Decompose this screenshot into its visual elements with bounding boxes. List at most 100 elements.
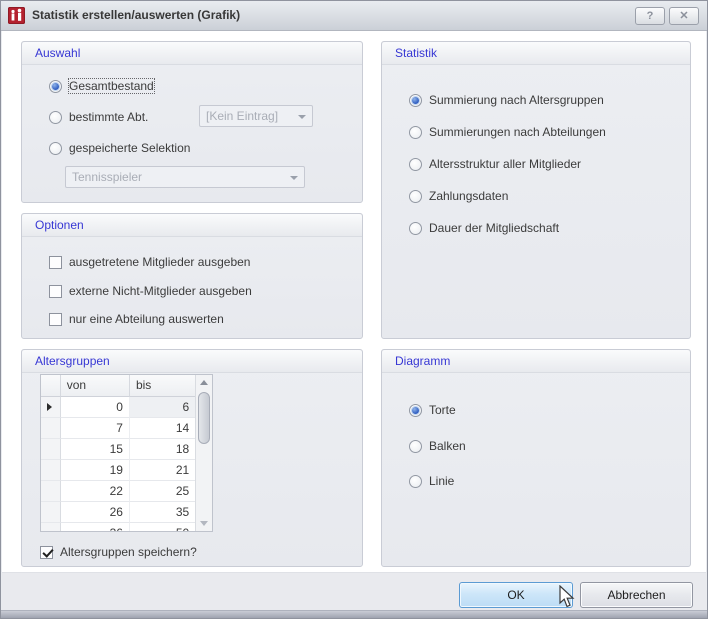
cell-bis[interactable]: 18 bbox=[130, 439, 195, 460]
checkbox-externe-label[interactable]: externe Nicht-Mitglieder ausgeben bbox=[69, 284, 252, 298]
scrollbar-up-icon[interactable] bbox=[196, 375, 212, 390]
group-auswahl: Auswahl Gesamtbestand bestimmte Abt. [Ke… bbox=[21, 41, 363, 203]
group-optionen-title: Optionen bbox=[22, 214, 362, 237]
table-scrollbar[interactable] bbox=[195, 375, 212, 531]
radio-dauer-mitgliedschaft[interactable] bbox=[409, 222, 422, 235]
cell-bis[interactable]: 14 bbox=[130, 418, 195, 439]
radio-summierungen-abteilungen[interactable] bbox=[409, 126, 422, 139]
row-selector[interactable] bbox=[41, 439, 61, 460]
cell-bis[interactable]: 35 bbox=[130, 502, 195, 523]
radio-bestimmte-abt[interactable] bbox=[49, 111, 62, 124]
radio-zahlungsdaten-label[interactable]: Zahlungsdaten bbox=[429, 189, 508, 203]
radio-gesamtbestand-label[interactable]: Gesamtbestand bbox=[69, 79, 154, 93]
radio-row-balken: Balken bbox=[409, 438, 466, 454]
age-groups-table-body: von bis 0 6 7 14 15 18 bbox=[41, 375, 195, 531]
group-altersgruppen: Altersgruppen von bis 0 6 7 14 bbox=[21, 349, 363, 567]
checkbox-row-nur-eine-abteilung: nur eine Abteilung auswerten bbox=[49, 311, 224, 327]
radio-gespeicherte-selektion-label[interactable]: gespeicherte Selektion bbox=[69, 141, 190, 155]
radio-altersstruktur[interactable] bbox=[409, 158, 422, 171]
radio-row-dauer-mitgliedschaft: Dauer der Mitgliedschaft bbox=[409, 220, 559, 236]
group-statistik: Statistik Summierung nach Altersgruppen … bbox=[381, 41, 691, 339]
chevron-down-icon bbox=[298, 115, 306, 119]
radio-row-gespeicherte-selektion: gespeicherte Selektion bbox=[49, 140, 190, 156]
cell-bis[interactable]: 21 bbox=[130, 460, 195, 481]
abteilung-combobox[interactable]: [Kein Eintrag] bbox=[199, 105, 313, 127]
radio-altersstruktur-label[interactable]: Altersstruktur aller Mitglieder bbox=[429, 157, 581, 171]
close-button[interactable]: ✕ bbox=[669, 7, 699, 25]
checkbox-ausgetretene-label[interactable]: ausgetretene Mitglieder ausgeben bbox=[69, 255, 250, 269]
cell-von[interactable]: 7 bbox=[61, 418, 130, 439]
radio-row-bestimmte-abt: bestimmte Abt. bbox=[49, 109, 148, 125]
abteilung-combobox-value: [Kein Eintrag] bbox=[206, 109, 278, 123]
selektion-combobox-value: Tennisspieler bbox=[72, 170, 142, 184]
radio-row-summierungen-abteilungen: Summierungen nach Abteilungen bbox=[409, 124, 606, 140]
radio-torte[interactable] bbox=[409, 404, 422, 417]
radio-torte-label[interactable]: Torte bbox=[429, 403, 456, 417]
table-row[interactable]: 26 35 bbox=[41, 502, 195, 523]
radio-summierung-altersgruppen-label[interactable]: Summierung nach Altersgruppen bbox=[429, 93, 604, 107]
radio-row-gesamtbestand: Gesamtbestand bbox=[49, 78, 154, 94]
radio-summierungen-abteilungen-label[interactable]: Summierungen nach Abteilungen bbox=[429, 125, 606, 139]
age-groups-table: von bis 0 6 7 14 15 18 bbox=[40, 374, 213, 532]
row-selector-header bbox=[41, 375, 61, 397]
help-button[interactable]: ? bbox=[635, 7, 665, 25]
table-row[interactable]: 0 6 bbox=[41, 397, 195, 418]
chevron-down-icon bbox=[290, 176, 298, 180]
group-diagramm-title: Diagramm bbox=[382, 350, 690, 373]
cell-von[interactable]: 0 bbox=[61, 397, 130, 418]
checkbox-row-externe: externe Nicht-Mitglieder ausgeben bbox=[49, 283, 252, 299]
radio-gespeicherte-selektion[interactable] bbox=[49, 142, 62, 155]
cell-von[interactable]: 19 bbox=[61, 460, 130, 481]
checkbox-nur-eine-abteilung-label[interactable]: nur eine Abteilung auswerten bbox=[69, 312, 224, 326]
dialog-window: Statistik erstellen/auswerten (Grafik) ?… bbox=[0, 0, 708, 619]
table-row[interactable]: 7 14 bbox=[41, 418, 195, 439]
cell-von[interactable]: 26 bbox=[61, 502, 130, 523]
current-row-marker[interactable] bbox=[41, 397, 61, 418]
radio-balken-label[interactable]: Balken bbox=[429, 439, 466, 453]
column-header-bis[interactable]: bis bbox=[130, 375, 195, 397]
checkbox-ausgetretene[interactable] bbox=[49, 256, 62, 269]
table-header-row: von bis bbox=[41, 375, 195, 397]
radio-linie[interactable] bbox=[409, 475, 422, 488]
radio-summierung-altersgruppen[interactable] bbox=[409, 94, 422, 107]
column-header-von[interactable]: von bbox=[61, 375, 130, 397]
cell-von[interactable]: 22 bbox=[61, 481, 130, 502]
cell-von[interactable]: 36 bbox=[61, 523, 130, 531]
radio-row-torte: Torte bbox=[409, 402, 456, 418]
group-altersgruppen-title: Altersgruppen bbox=[22, 350, 362, 373]
cell-bis[interactable]: 6 bbox=[130, 397, 195, 418]
group-statistik-title: Statistik bbox=[382, 42, 690, 65]
row-selector[interactable] bbox=[41, 502, 61, 523]
row-selector[interactable] bbox=[41, 418, 61, 439]
row-selector[interactable] bbox=[41, 460, 61, 481]
checkbox-save-agegroups[interactable] bbox=[40, 546, 53, 559]
radio-zahlungsdaten[interactable] bbox=[409, 190, 422, 203]
window-bottom-border bbox=[1, 610, 707, 618]
selektion-combobox[interactable]: Tennisspieler bbox=[65, 166, 305, 188]
scrollbar-thumb[interactable] bbox=[198, 392, 210, 444]
checkbox-externe[interactable] bbox=[49, 285, 62, 298]
cell-bis[interactable]: 50 bbox=[130, 523, 195, 531]
row-selector[interactable] bbox=[41, 523, 61, 531]
scrollbar-down-icon[interactable] bbox=[196, 516, 212, 531]
table-row[interactable]: 15 18 bbox=[41, 439, 195, 460]
group-auswahl-title: Auswahl bbox=[22, 42, 362, 65]
cell-von[interactable]: 15 bbox=[61, 439, 130, 460]
mouse-cursor bbox=[556, 585, 578, 609]
row-selector[interactable] bbox=[41, 481, 61, 502]
radio-linie-label[interactable]: Linie bbox=[429, 474, 454, 488]
table-row[interactable]: 22 25 bbox=[41, 481, 195, 502]
table-row[interactable]: 36 50 bbox=[41, 523, 195, 531]
table-row[interactable]: 19 21 bbox=[41, 460, 195, 481]
radio-gesamtbestand[interactable] bbox=[49, 80, 62, 93]
radio-bestimmte-abt-label[interactable]: bestimmte Abt. bbox=[69, 110, 148, 124]
app-icon bbox=[8, 7, 25, 24]
radio-dauer-mitgliedschaft-label[interactable]: Dauer der Mitgliedschaft bbox=[429, 221, 559, 235]
cancel-button[interactable]: Abbrechen bbox=[580, 582, 693, 608]
cell-bis[interactable]: 25 bbox=[130, 481, 195, 502]
radio-balken[interactable] bbox=[409, 440, 422, 453]
radio-row-altersstruktur: Altersstruktur aller Mitglieder bbox=[409, 156, 581, 172]
checkbox-nur-eine-abteilung[interactable] bbox=[49, 313, 62, 326]
checkbox-save-agegroups-label[interactable]: Altersgruppen speichern? bbox=[60, 545, 197, 559]
group-optionen: Optionen ausgetretene Mitglieder ausgebe… bbox=[21, 213, 363, 339]
